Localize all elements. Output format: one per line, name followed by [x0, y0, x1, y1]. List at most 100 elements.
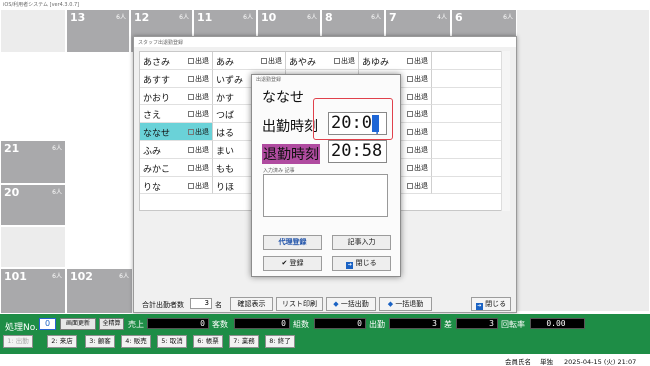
- staff-row[interactable]: ななせ 出退: [140, 123, 213, 141]
- attendance-checkbox[interactable]: 出退: [334, 56, 355, 66]
- staff-name: ななせ: [143, 129, 171, 140]
- staff-name: ななせ: [262, 90, 304, 106]
- shori-number-input[interactable]: 0: [39, 318, 56, 330]
- checkbox-icon: [334, 58, 340, 64]
- staff-name: りな: [143, 182, 162, 193]
- checkbox-label: 出退: [414, 110, 428, 119]
- turnover-value: 0.00: [530, 318, 585, 329]
- fkey-customer[interactable]: 3: 顧客: [85, 335, 115, 348]
- floor-blank: [0, 9, 66, 53]
- attendance-checkbox[interactable]: 出退: [407, 145, 428, 155]
- vertical-scrollbar[interactable]: [501, 51, 510, 211]
- all-settle-button[interactable]: 全精算: [99, 318, 124, 330]
- bulk-checkout-button[interactable]: ◆ 一括退勤: [379, 297, 432, 311]
- checkbox-icon: [407, 146, 413, 153]
- attendance-checkbox[interactable]: 出退: [407, 163, 428, 173]
- staff-row[interactable]: あゆみ 出退: [359, 52, 432, 70]
- window-title: スタッフ出退勤登録: [134, 37, 516, 47]
- attendance-checkbox[interactable]: 出退: [188, 127, 209, 137]
- staff-row: [432, 123, 505, 141]
- staff-row[interactable]: あさみ 出退: [140, 52, 213, 70]
- staff-name: みかこ: [143, 164, 171, 175]
- checkbox-icon: [407, 111, 413, 118]
- attendance-checkbox[interactable]: 出退: [188, 109, 209, 119]
- list-print-button[interactable]: リスト印刷: [276, 297, 323, 311]
- staff-column: あさみ 出退 あすす 出退 かおり 出退 さえ 出退 ななせ 出退 ふみ 出退 みかこ 出退 りな 出退: [140, 52, 213, 195]
- fkey-checkin[interactable]: 1: 出勤: [3, 335, 33, 348]
- table-tile[interactable]: 20 6人: [0, 184, 66, 226]
- table-tile[interactable]: 13 6人: [66, 9, 130, 53]
- checkbox-icon: [407, 58, 413, 64]
- shori-label: 処理No.: [5, 323, 38, 333]
- user-name: 単独: [540, 358, 553, 366]
- attendance-checkbox[interactable]: 出退: [188, 56, 209, 66]
- staff-name: まい: [216, 146, 235, 157]
- checkbox-label: 出退: [414, 57, 428, 65]
- attendance-checkbox[interactable]: 出退: [188, 145, 209, 155]
- groups-value: 0: [314, 318, 366, 329]
- screen-update-button[interactable]: 画面更新: [60, 318, 96, 330]
- proxy-register-button[interactable]: 代理登録: [263, 235, 322, 250]
- staff-row[interactable]: あやみ 出退: [286, 52, 359, 70]
- staff-name: あさみ: [143, 58, 171, 68]
- attendance-label: 出勤: [369, 320, 385, 329]
- checkbox-icon: [407, 75, 413, 82]
- attendance-checkbox[interactable]: 出退: [188, 163, 209, 173]
- staff-row[interactable]: あみ 出退: [213, 52, 286, 70]
- fkey-sales[interactable]: 4: 販売: [121, 335, 151, 348]
- staff-row: [432, 52, 505, 70]
- attendance-checkbox[interactable]: 出退: [188, 181, 209, 191]
- exit-icon: ➔: [475, 303, 483, 310]
- memo-label: 入力済み 記事: [263, 168, 295, 174]
- attendance-checkbox[interactable]: 出退: [407, 127, 428, 137]
- staff-row[interactable]: さえ 出退: [140, 105, 213, 124]
- attendance-checkbox[interactable]: 出退: [407, 181, 428, 191]
- staff-row[interactable]: りな 出退: [140, 176, 213, 195]
- staff-row[interactable]: あすす 出退: [140, 69, 213, 88]
- close-button[interactable]: ➔ 閉じる: [471, 297, 511, 311]
- difference-value: 3: [456, 318, 498, 329]
- article-input-button[interactable]: 記事入力: [332, 235, 391, 250]
- checkbox-icon: [188, 58, 194, 64]
- checkout-time-input[interactable]: 20:58: [328, 140, 387, 163]
- fkey-report[interactable]: 6: 帳票: [193, 335, 223, 348]
- staff-column: [432, 52, 505, 195]
- staff-row[interactable]: かおり 出退: [140, 87, 213, 106]
- attendance-checkbox[interactable]: 出退: [261, 56, 282, 66]
- table-tile[interactable]: 101 6人: [0, 268, 66, 314]
- fkey-cancel[interactable]: 5: 取消: [157, 335, 187, 348]
- fkey-exit[interactable]: 8: 終了: [265, 335, 295, 348]
- attendance-checkbox[interactable]: 出退: [407, 74, 428, 84]
- memo-textarea[interactable]: [263, 174, 388, 217]
- attendance-checkbox[interactable]: 出退: [188, 92, 209, 102]
- staff-row: [432, 140, 505, 159]
- staff-row[interactable]: ふみ 出退: [140, 140, 213, 159]
- fkey-business[interactable]: 7: 業務: [229, 335, 259, 348]
- dialog-close-button[interactable]: ➔ 閉じる: [332, 256, 391, 271]
- confirm-display-button[interactable]: 確認表示: [230, 297, 273, 311]
- attendance-checkbox[interactable]: 出退: [407, 92, 428, 102]
- arrow-right-icon: ◆: [387, 300, 394, 308]
- staff-row: [432, 69, 505, 88]
- attendance-checkbox[interactable]: 出退: [407, 56, 428, 66]
- staff-row[interactable]: みかこ 出退: [140, 158, 213, 177]
- guests-label: 客数: [212, 320, 228, 329]
- floor-blank-right: [515, 9, 650, 312]
- checkbox-label: 出退: [414, 74, 428, 83]
- checkbox-icon: [261, 58, 267, 64]
- table-tile[interactable]: 21 6人: [0, 140, 66, 184]
- staff-name: つば: [216, 111, 235, 122]
- staff-row: [432, 87, 505, 106]
- fkey-visit[interactable]: 2: 来店: [47, 335, 77, 348]
- floor-blank: [0, 226, 66, 268]
- register-button[interactable]: ✔ 登録: [263, 256, 322, 271]
- checkbox-icon: [188, 164, 194, 171]
- checkbox-label: 出退: [195, 145, 209, 154]
- bulk-checkin-button[interactable]: ◆ 一括出勤: [326, 297, 376, 311]
- table-tile[interactable]: 102 6人: [66, 268, 133, 314]
- attendance-checkbox[interactable]: 出退: [407, 109, 428, 119]
- attendance-checkbox[interactable]: 出退: [188, 74, 209, 84]
- staff-name: あゆみ: [362, 58, 390, 68]
- arrow-right-icon: ◆: [333, 300, 339, 308]
- checkbox-icon: [188, 111, 194, 118]
